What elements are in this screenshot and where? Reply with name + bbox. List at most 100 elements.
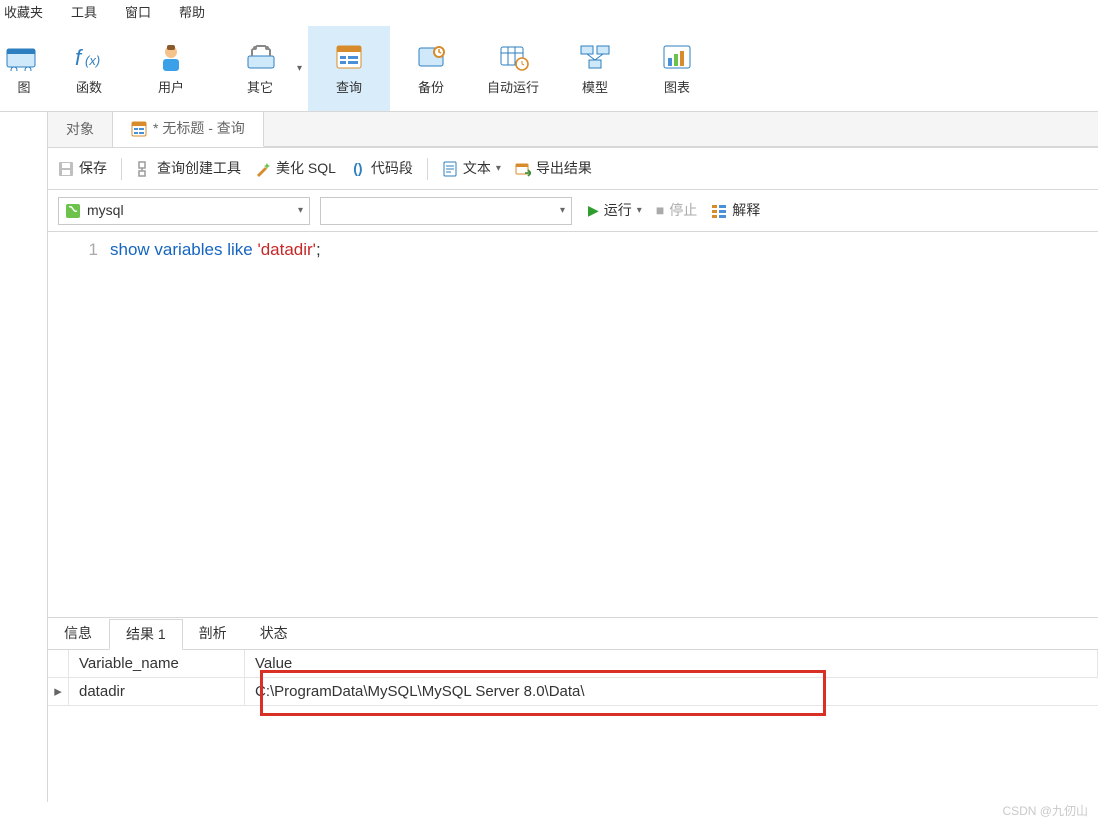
ribbon-function-label: 函数 <box>76 79 102 97</box>
ribbon-function[interactable]: f(x) 函数 <box>48 26 130 111</box>
ribbon-user[interactable]: 用户 <box>130 26 212 111</box>
grid-header-name[interactable]: Variable_name <box>69 650 245 678</box>
snippets-label: 代码段 <box>371 159 413 179</box>
tab-query-untitled-label: * 无标题 - 查询 <box>153 119 245 139</box>
grid-row[interactable]: ▸ datadir C:\ProgramData\MySQL\MySQL Ser… <box>48 678 1098 706</box>
play-icon: ▶ <box>588 201 599 221</box>
connection-icon <box>65 203 81 219</box>
text-icon <box>442 161 458 177</box>
grid-header-row: Variable_name Value <box>48 650 1098 678</box>
explain-label: 解释 <box>732 201 760 221</box>
grid-cell-name[interactable]: datadir <box>69 678 245 706</box>
view-icon <box>6 39 42 75</box>
tab-objects[interactable]: 对象 <box>48 112 113 147</box>
ribbon-query-label: 查询 <box>336 79 362 97</box>
stop-label: 停止 <box>669 201 697 221</box>
beautify-icon <box>255 161 271 177</box>
sidebar-slot <box>0 112 47 148</box>
ribbon-model[interactable]: 模型 <box>554 26 636 111</box>
query-builder-button[interactable]: 查询创建工具 <box>136 159 241 179</box>
ribbon-query[interactable]: 查询 <box>308 26 390 111</box>
beautify-label: 美化 SQL <box>276 159 336 179</box>
ribbon: 图 f(x) 函数 用户 其它 ▾ 查询 备份 自动运行 <box>0 26 1098 112</box>
result-tab-status[interactable]: 状态 <box>244 618 305 649</box>
ribbon-model-label: 模型 <box>582 79 608 97</box>
chevron-down-icon: ▾ <box>297 62 302 76</box>
separator <box>427 158 428 180</box>
snippets-icon: () <box>350 161 366 177</box>
query-tab-icon <box>131 121 147 137</box>
user-icon <box>153 39 189 75</box>
tab-query-untitled[interactable]: * 无标题 - 查询 <box>113 112 264 147</box>
save-button[interactable]: 保存 <box>58 159 107 179</box>
chart-icon <box>659 39 695 75</box>
menu-tools[interactable]: 工具 <box>71 4 97 22</box>
result-grid[interactable]: Variable_name Value ▸ datadir C:\Program… <box>48 650 1098 802</box>
result-tab-profile[interactable]: 剖析 <box>183 618 244 649</box>
editor-gutter: 1 <box>48 232 110 617</box>
current-row-marker-icon: ▸ <box>48 678 69 706</box>
ribbon-backup-label: 备份 <box>418 79 444 97</box>
save-label: 保存 <box>79 159 107 179</box>
ribbon-user-label: 用户 <box>158 79 184 97</box>
stop-button: ■ 停止 <box>656 201 697 221</box>
grid-cell-value[interactable]: C:\ProgramData\MySQL\MySQL Server 8.0\Da… <box>245 678 1098 706</box>
chevron-down-icon: ▾ <box>496 162 501 176</box>
export-icon <box>515 161 531 177</box>
ribbon-schedule-label: 自动运行 <box>487 79 539 97</box>
snippets-button[interactable]: () 代码段 <box>350 159 413 179</box>
ribbon-other-label: 其它 <box>247 79 273 97</box>
export-label: 导出结果 <box>536 159 592 179</box>
result-tabs: 信息 结果 1 剖析 状态 <box>48 618 1098 650</box>
text-button[interactable]: 文本 ▾ <box>442 159 501 179</box>
chevron-down-icon: ▾ <box>560 204 565 218</box>
export-button[interactable]: 导出结果 <box>515 159 592 179</box>
separator <box>121 158 122 180</box>
text-label: 文本 <box>463 159 491 179</box>
menu-window[interactable]: 窗口 <box>125 4 151 22</box>
other-icon <box>242 39 278 75</box>
backup-icon <box>413 39 449 75</box>
query-builder-label: 查询创建工具 <box>157 159 241 179</box>
explain-button[interactable]: 解释 <box>711 201 760 221</box>
ribbon-schedule[interactable]: 自动运行 <box>472 26 554 111</box>
chevron-down-icon: ▾ <box>637 204 642 218</box>
ribbon-backup[interactable]: 备份 <box>390 26 472 111</box>
beautify-sql-button[interactable]: 美化 SQL <box>255 159 336 179</box>
query-builder-icon <box>136 161 152 177</box>
editor-code[interactable]: show variables like 'datadir'; <box>110 232 1098 617</box>
model-icon <box>577 39 613 75</box>
query-icon <box>331 39 367 75</box>
query-toolbar: 保存 查询创建工具 美化 SQL () 代码段 <box>48 148 1098 190</box>
ribbon-chart-label: 图表 <box>664 79 690 97</box>
left-sidebar <box>0 112 48 802</box>
tab-objects-label: 对象 <box>66 120 94 140</box>
grid-header-value[interactable]: Value <box>245 650 1098 678</box>
result-tab-info[interactable]: 信息 <box>48 618 109 649</box>
menu-help[interactable]: 帮助 <box>179 4 205 22</box>
save-icon <box>58 161 74 177</box>
schedule-icon <box>495 39 531 75</box>
sql-editor[interactable]: 1 show variables like 'datadir'; <box>48 232 1098 618</box>
editor-tabs: 对象 * 无标题 - 查询 <box>48 112 1098 148</box>
watermark: CSDN @九仞山 <box>1002 803 1088 820</box>
svg-text:(x): (x) <box>85 53 100 68</box>
stop-icon: ■ <box>656 201 664 221</box>
run-label: 运行 <box>604 201 632 221</box>
menu-favorites[interactable]: 收藏夹 <box>4 4 43 22</box>
menubar: 收藏夹 工具 窗口 帮助 <box>0 0 1098 26</box>
result-tab-result1[interactable]: 结果 1 <box>109 619 183 650</box>
connection-row: mysql ▾ ▾ ▶ 运行 ▾ ■ 停止 <box>48 190 1098 232</box>
ribbon-other[interactable]: 其它 ▾ <box>212 26 308 111</box>
explain-icon <box>711 203 727 219</box>
svg-text:f: f <box>75 45 84 70</box>
schema-combo[interactable]: ▾ <box>320 197 572 225</box>
ribbon-chart[interactable]: 图表 <box>636 26 718 111</box>
ribbon-view[interactable]: 图 <box>0 26 48 111</box>
run-button[interactable]: ▶ 运行 ▾ <box>588 201 642 221</box>
ribbon-view-label: 图 <box>17 79 30 97</box>
chevron-down-icon: ▾ <box>298 204 303 218</box>
tabs-filler <box>264 112 1098 147</box>
connection-value: mysql <box>87 201 124 221</box>
connection-combo[interactable]: mysql ▾ <box>58 197 310 225</box>
